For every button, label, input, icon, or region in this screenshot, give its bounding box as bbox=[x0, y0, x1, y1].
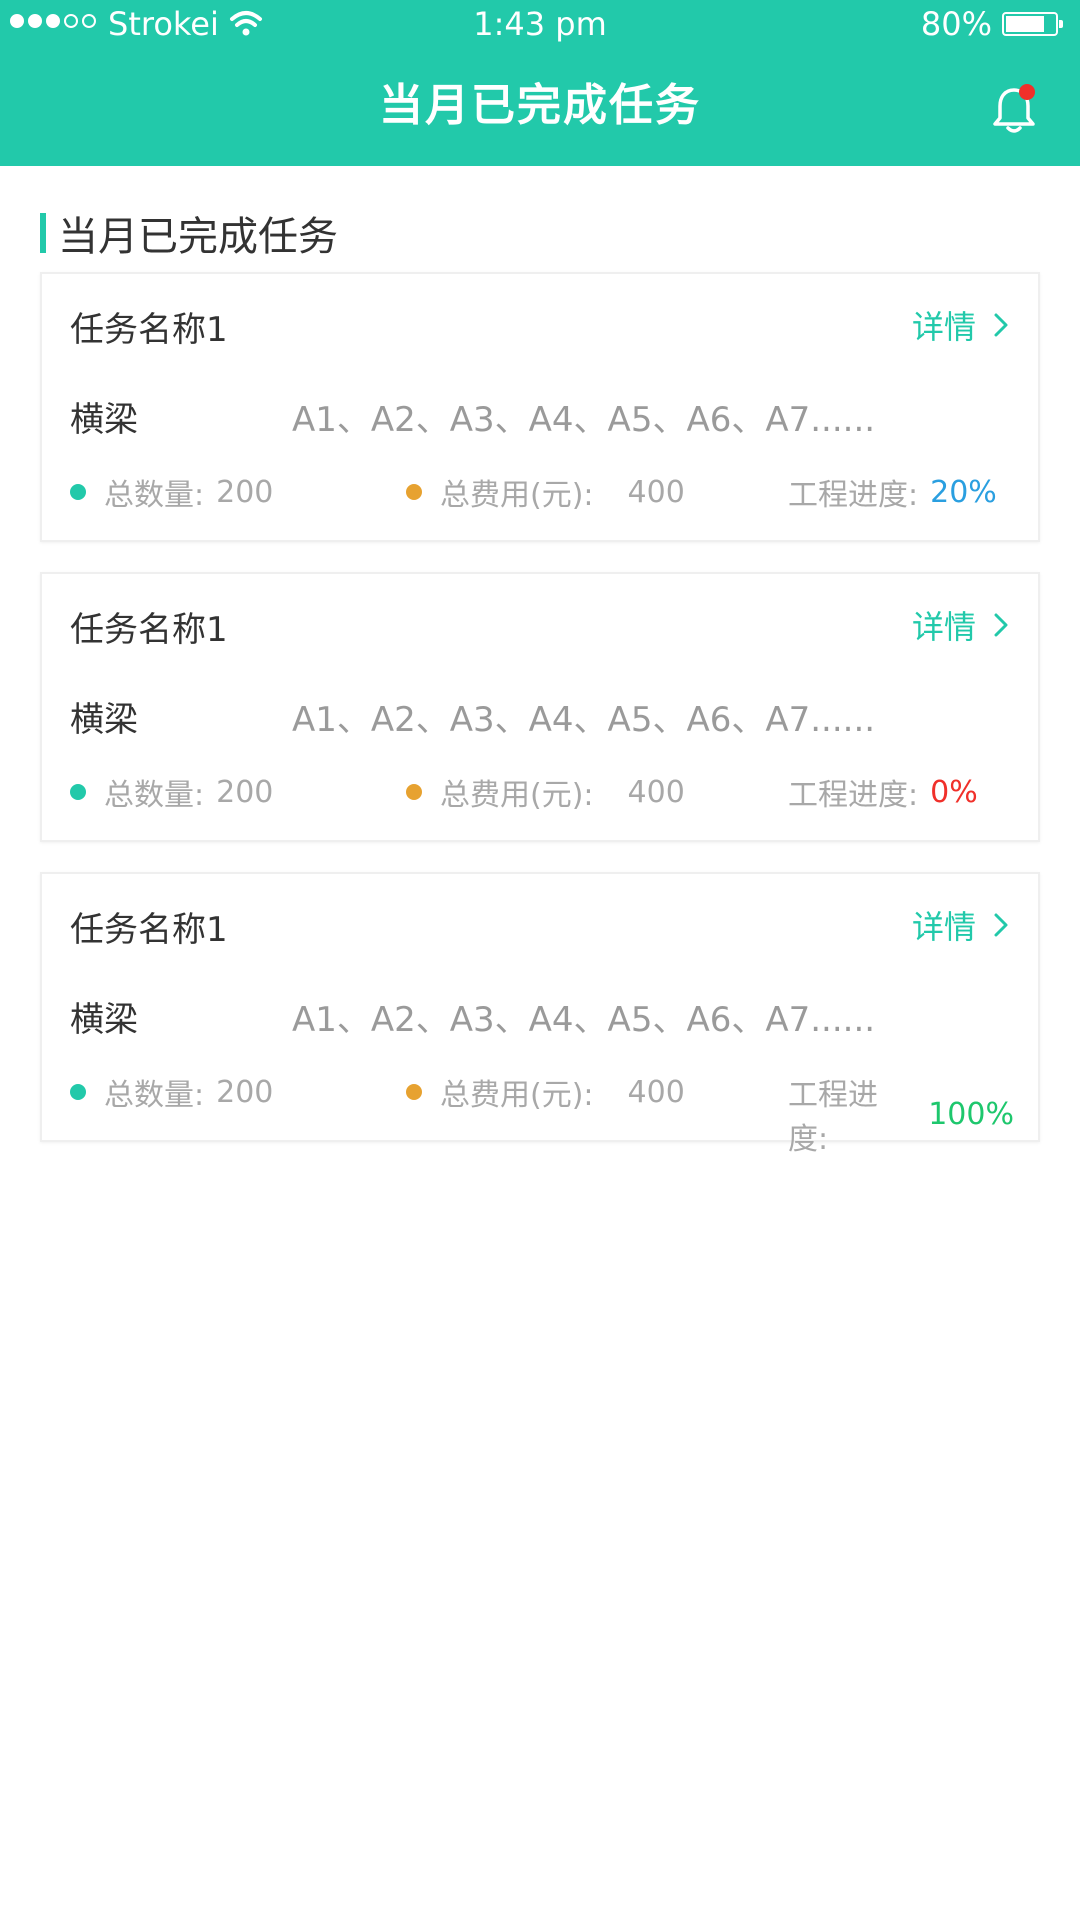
project-progress: 工程进度: 0% bbox=[788, 770, 978, 814]
total-label: 总数量: bbox=[104, 778, 205, 813]
progress-value: 0% bbox=[930, 774, 978, 810]
project-progress: 工程进度: 20% bbox=[788, 470, 997, 514]
cost-value: 400 bbox=[627, 774, 685, 810]
page-title: 当月已完成任务 bbox=[379, 80, 701, 131]
progress-value: 100% bbox=[928, 1096, 1014, 1132]
detail-link[interactable]: 详情 bbox=[912, 602, 1012, 648]
task-stats: 总数量: 200 总费用(元): 400 工程进度: 100% bbox=[70, 1070, 1014, 1157]
task-card[interactable]: 任务名称1 详情 横梁 A1、A2、A3、A4、A5、A6、A7...... 总… bbox=[40, 872, 1040, 1157]
component-codes: A1、A2、A3、A4、A5、A6、A7...... bbox=[292, 700, 876, 740]
total-quantity: 总数量: 200 bbox=[70, 1070, 273, 1114]
total-cost: 总费用(元): 400 bbox=[406, 1070, 685, 1114]
task-stats: 总数量: 200 总费用(元): 400 工程进度: 0% bbox=[70, 770, 1014, 813]
total-label: 总数量: bbox=[104, 478, 205, 513]
task-card[interactable]: 任务名称1 详情 横梁 A1、A2、A3、A4、A5、A6、A7...... 总… bbox=[40, 572, 1040, 842]
task-name: 任务名称1 bbox=[70, 310, 228, 350]
component-type: 横梁 bbox=[70, 1000, 138, 1040]
task-list: 任务名称1 详情 横梁 A1、A2、A3、A4、A5、A6、A7...... 总… bbox=[40, 272, 1040, 1172]
battery-icon bbox=[1002, 12, 1063, 36]
notification-bell-icon[interactable] bbox=[986, 82, 1042, 138]
task-stats: 总数量: 200 总费用(元): 400 工程进度: 20% bbox=[70, 470, 1014, 513]
battery-percent: 80% bbox=[920, 5, 992, 43]
total-value: 200 bbox=[216, 774, 274, 810]
task-card[interactable]: 任务名称1 详情 横梁 A1、A2、A3、A4、A5、A6、A7...... 总… bbox=[40, 272, 1040, 542]
teal-dot-icon bbox=[70, 484, 86, 500]
task-name: 任务名称1 bbox=[70, 610, 228, 650]
notification-badge bbox=[1019, 84, 1035, 100]
section-heading: 当月已完成任务 bbox=[40, 210, 338, 260]
cost-label: 总费用(元): bbox=[440, 1078, 594, 1113]
total-quantity: 总数量: 200 bbox=[70, 470, 273, 514]
total-cost: 总费用(元): 400 bbox=[406, 770, 685, 814]
cost-value: 400 bbox=[627, 474, 685, 510]
chevron-right-icon[interactable] bbox=[990, 612, 1012, 638]
detail-label[interactable]: 详情 bbox=[912, 302, 976, 348]
status-bar: Strokei 1:43 pm 80% bbox=[0, 0, 1080, 50]
total-value: 200 bbox=[216, 1074, 274, 1110]
component-type: 横梁 bbox=[70, 700, 138, 740]
detail-label[interactable]: 详情 bbox=[912, 902, 976, 948]
status-time: 1:43 pm bbox=[473, 5, 607, 43]
progress-label: 工程进度: bbox=[788, 478, 919, 513]
cost-label: 总费用(元): bbox=[440, 778, 594, 813]
total-cost: 总费用(元): 400 bbox=[406, 470, 685, 514]
total-value: 200 bbox=[216, 474, 274, 510]
task-name: 任务名称1 bbox=[70, 910, 228, 950]
total-quantity: 总数量: 200 bbox=[70, 770, 273, 814]
teal-dot-icon bbox=[70, 1084, 86, 1100]
detail-link[interactable]: 详情 bbox=[912, 902, 1012, 948]
orange-dot-icon bbox=[406, 1084, 422, 1100]
teal-dot-icon bbox=[70, 784, 86, 800]
section-accent-bar bbox=[40, 213, 46, 253]
battery-level bbox=[1006, 16, 1044, 32]
total-label: 总数量: bbox=[104, 1078, 205, 1113]
app-header: Strokei 1:43 pm 80% 当月已完成任务 bbox=[0, 0, 1080, 166]
section-title: 当月已完成任务 bbox=[58, 214, 338, 260]
cost-label: 总费用(元): bbox=[440, 478, 594, 513]
chevron-right-icon[interactable] bbox=[990, 912, 1012, 938]
component-type: 横梁 bbox=[70, 400, 138, 440]
component-codes: A1、A2、A3、A4、A5、A6、A7...... bbox=[292, 1000, 876, 1040]
orange-dot-icon bbox=[406, 484, 422, 500]
progress-label: 工程进度: bbox=[788, 1078, 878, 1157]
component-codes: A1、A2、A3、A4、A5、A6、A7...... bbox=[292, 400, 876, 440]
progress-label: 工程进度: bbox=[788, 778, 919, 813]
progress-value: 20% bbox=[930, 474, 997, 510]
detail-link[interactable]: 详情 bbox=[912, 302, 1012, 348]
project-progress: 工程进度: 100% bbox=[788, 1070, 1014, 1158]
cost-value: 400 bbox=[627, 1074, 685, 1110]
detail-label[interactable]: 详情 bbox=[912, 602, 976, 648]
chevron-right-icon[interactable] bbox=[990, 312, 1012, 338]
orange-dot-icon bbox=[406, 784, 422, 800]
